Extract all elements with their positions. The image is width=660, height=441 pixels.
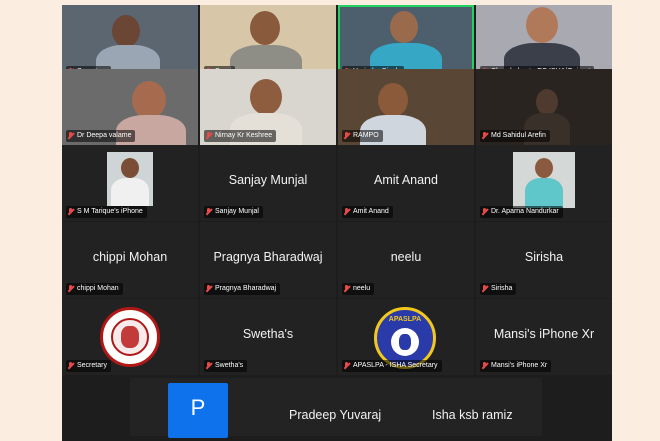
mic-muted-icon: [206, 132, 212, 140]
participant-tile-nirnay-kr-keshree[interactable]: Nirnay Kr Keshree: [200, 69, 336, 145]
participant-name: Amit Anand: [374, 173, 438, 187]
participant-label: Secretary: [66, 360, 111, 372]
participant-name: Mansi's iPhone Xr: [493, 327, 595, 341]
participant-label: Md Sahidul Arefin: [480, 130, 550, 142]
mic-muted-icon: [206, 208, 212, 216]
mic-muted-icon: [206, 285, 212, 293]
participant-tile-neelu[interactable]: neelu neelu: [338, 222, 474, 298]
participant-video: [107, 152, 153, 206]
video-grid: Secretary Suraj Harinder Singh Chandraka…: [62, 5, 612, 441]
participant-label: neelu: [342, 283, 375, 295]
participant-video: [536, 89, 558, 115]
mic-muted-icon: [206, 362, 212, 370]
participant-tile-sanjay-munjal[interactable]: Sanjay Munjal Sanjay Munjal: [200, 145, 336, 221]
participant-label: Amit Anand: [342, 206, 393, 218]
mic-muted-icon: [482, 208, 488, 216]
mic-muted-icon: [344, 208, 350, 216]
participant-label: Sanjay Munjal: [204, 206, 263, 218]
participant-tile-rampo[interactable]: RAMPO: [338, 69, 474, 145]
participant-tile-chippi-mohan[interactable]: chippi Mohan chippi Mohan: [62, 222, 198, 298]
participant-name: neelu: [390, 250, 422, 264]
mic-muted-icon: [68, 132, 74, 140]
participant-video: [390, 11, 418, 43]
participant-tile-amit-anand[interactable]: Amit Anand Amit Anand: [338, 145, 474, 221]
mic-muted-icon: [344, 285, 350, 293]
participant-name-isha-ksb-ramiz[interactable]: Isha ksb ramiz: [432, 408, 513, 422]
participant-tile-dr-deepa-valame[interactable]: Dr Deepa valame: [62, 69, 198, 145]
participant-tile-md-sahidul-arefin[interactable]: Md Sahidul Arefin: [476, 69, 612, 145]
participant-name: Sirisha: [524, 250, 564, 264]
participant-tile-swethas[interactable]: Swetha's Swetha's: [200, 299, 336, 375]
participant-tile-mansis-iphone[interactable]: Mansi's iPhone Xr Mansi's iPhone Xr: [476, 299, 612, 375]
participant-video: [513, 152, 575, 208]
mic-muted-icon: [68, 208, 74, 216]
participant-tile-dr-aparna-nandurkar[interactable]: Dr. Aparna Nandurkar: [476, 145, 612, 221]
participant-avatar-pradeep[interactable]: P: [168, 383, 228, 438]
participant-tile-secretary-logo[interactable]: Secretary: [62, 299, 198, 375]
organization-seal-logo: [100, 307, 160, 367]
participant-name-pradeep-yuvaraj[interactable]: Pradeep Yuvaraj: [289, 408, 381, 422]
participant-label: Dr. Aparna Nandurkar: [480, 206, 563, 218]
participant-tile-pragnya-bharadwaj[interactable]: Pragnya Bharadwaj Pragnya Bharadwaj: [200, 222, 336, 298]
participant-video: [378, 83, 408, 117]
participant-label: Mansi's iPhone Xr: [480, 360, 552, 372]
participant-label: RAMPO: [342, 130, 383, 142]
mic-muted-icon: [68, 362, 74, 370]
participant-label: S M Tarique's iPhone: [66, 206, 147, 218]
participant-video: [250, 11, 280, 45]
participant-video: [132, 81, 166, 119]
mic-muted-icon: [482, 362, 488, 370]
participant-tile-sm-tarique[interactable]: S M Tarique's iPhone: [62, 145, 198, 221]
participant-video: [250, 79, 282, 115]
mic-muted-icon: [68, 285, 74, 293]
mic-muted-icon: [344, 362, 350, 370]
participant-label: Swetha's: [204, 360, 248, 372]
mic-muted-icon: [482, 285, 488, 293]
participant-label: chippi Mohan: [66, 283, 123, 295]
mic-muted-icon: [482, 132, 488, 140]
participant-label: Sirisha: [480, 283, 517, 295]
participant-label: APASLPA - ISHA Secretary: [342, 360, 442, 372]
participant-name: Swetha's: [242, 327, 294, 341]
participant-name: chippi Mohan: [92, 250, 168, 264]
participant-tile-apaslpa[interactable]: APASLPA APASLPA - ISHA Secretary: [338, 299, 474, 375]
participant-tile-sirisha[interactable]: Sirisha Sirisha: [476, 222, 612, 298]
participant-label: Nirnay Kr Keshree: [204, 130, 277, 142]
participant-name: Sanjay Munjal: [228, 173, 308, 187]
participant-label: Pragnya Bharadwaj: [204, 283, 281, 295]
avatar-letter: P: [190, 395, 206, 420]
participant-video: [112, 15, 140, 47]
participant-name: Pragnya Bharadwaj: [213, 250, 323, 264]
mic-muted-icon: [344, 132, 350, 140]
participant-label: Dr Deepa valame: [66, 130, 136, 142]
participant-video: [526, 7, 558, 43]
